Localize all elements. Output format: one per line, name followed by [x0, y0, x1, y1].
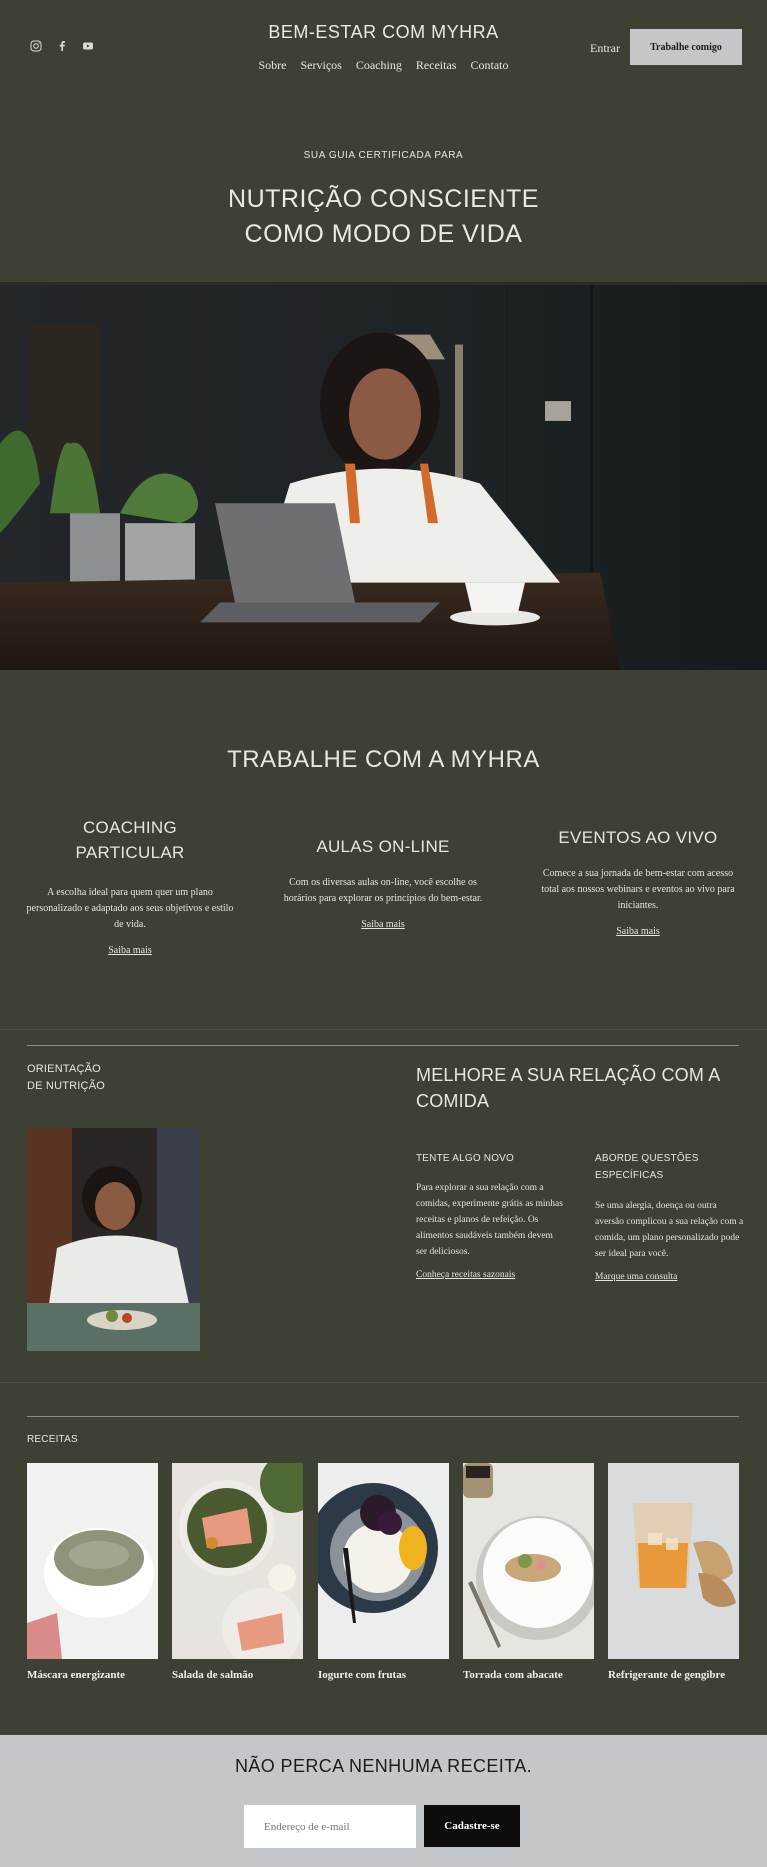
section-separator [0, 1029, 767, 1030]
nutrition-photo [27, 1128, 200, 1351]
nav-item-coaching[interactable]: Coaching [356, 58, 402, 73]
nutrition-block-try-new: TENTE ALGO NOVO Para explorar a sua rela… [416, 1150, 566, 1282]
learn-more-link[interactable]: Saiba mais [361, 919, 405, 930]
nav-item-contato[interactable]: Contato [470, 58, 508, 73]
recipe-card[interactable]: Iogurte com frutas [318, 1463, 449, 1681]
recipe-card[interactable]: Máscara energizante [27, 1463, 158, 1681]
nav-item-receitas[interactable]: Receitas [416, 58, 457, 73]
recipe-name[interactable]: Torrada com abacate [463, 1669, 594, 1681]
service-card-coaching: COACHING PARTICULAR A escolha ideal para… [25, 815, 235, 958]
recipe-image[interactable] [608, 1463, 739, 1659]
learn-more-link[interactable]: Saiba mais [108, 945, 152, 956]
service-description: Com os diversas aulas on-line, você esco… [283, 877, 483, 904]
nutrition-label-line1: ORIENTAÇÃO [27, 1063, 101, 1075]
nav-item-servicos[interactable]: Serviços [301, 58, 342, 73]
recipe-image[interactable] [27, 1463, 158, 1659]
recipe-name[interactable]: Salada de salmão [172, 1669, 303, 1681]
recipe-card[interactable]: Refrigerante de gengibre [608, 1463, 739, 1681]
block-text: Se uma alergia, doença ou outra aversão … [595, 1201, 744, 1259]
recipes-label: RECEITAS [27, 1434, 78, 1445]
newsletter-title: NÃO PERCA NENHUMA RECEITA. [234, 1756, 533, 1776]
service-title: EVENTOS AO VIVO [558, 828, 718, 847]
work-section-title: TRABALHE COM A MYHRA [227, 746, 540, 773]
recipe-image[interactable] [463, 1463, 594, 1659]
service-title: COACHING PARTICULAR [25, 815, 235, 865]
recipe-name[interactable]: Iogurte com frutas [318, 1669, 449, 1681]
recipe-card[interactable]: Torrada com abacate [463, 1463, 594, 1681]
nutrition-title: MELHORE A SUA RELAÇÃO COM A COMIDA [416, 1065, 720, 1111]
email-input[interactable] [244, 1805, 416, 1848]
service-card-online-classes: AULAS ON-LINE Com os diversas aulas on-l… [278, 834, 488, 932]
service-title-line2: PARTICULAR [75, 843, 185, 862]
hero-photo [0, 282, 767, 670]
section-divider [27, 1416, 739, 1417]
block-heading: TENTE ALGO NOVO [416, 1153, 515, 1164]
service-title: AULAS ON-LINE [316, 837, 450, 856]
hero-title-line1: NUTRIÇÃO CONSCIENTE [228, 185, 539, 213]
hero-title: NUTRIÇÃO CONSCIENTE COMO MODO DE VIDA [0, 182, 767, 252]
service-description: A escolha ideal para quem quer um plano … [26, 887, 234, 930]
recipe-image[interactable] [172, 1463, 303, 1659]
work-with-me-button[interactable]: Trabalhe comigo [630, 29, 742, 65]
signup-button[interactable]: Cadastre-se [424, 1805, 520, 1847]
service-card-live-events: EVENTOS AO VIVO Comece a sua jornada de … [533, 825, 743, 939]
nav-item-sobre[interactable]: Sobre [259, 58, 287, 73]
nutrition-block-specific-issues: ABORDE QUESTÕES ESPECÍFICAS Se uma alerg… [595, 1150, 745, 1284]
login-link[interactable]: Entrar [590, 41, 620, 56]
recipe-card[interactable]: Salada de salmão [172, 1463, 303, 1681]
hero-title-line2: COMO MODO DE VIDA [244, 220, 523, 248]
learn-more-link[interactable]: Saiba mais [616, 926, 660, 937]
block-text: Para explorar a sua relação com a comida… [416, 1183, 563, 1257]
seasonal-recipes-link[interactable]: Conheça receitas sazonais [416, 1270, 515, 1280]
hero-eyebrow: SUA GUIA CERTIFICADA PARA [303, 150, 464, 161]
recipe-name[interactable]: Máscara energizante [27, 1669, 158, 1681]
nutrition-label-line2: DE NUTRIÇÃO [27, 1080, 105, 1092]
service-description: Comece a sua jornada de bem-estar com ac… [541, 868, 735, 911]
section-separator [0, 1382, 767, 1383]
service-title-line1: COACHING [82, 818, 177, 837]
recipe-image[interactable] [318, 1463, 449, 1659]
recipe-name[interactable]: Refrigerante de gengibre [608, 1669, 739, 1681]
nutrition-label: ORIENTAÇÃO DE NUTRIÇÃO [27, 1061, 105, 1095]
section-divider [27, 1045, 739, 1046]
block-heading: ABORDE QUESTÕES ESPECÍFICAS [595, 1153, 699, 1181]
book-consultation-link[interactable]: Marque uma consulta [595, 1272, 677, 1282]
